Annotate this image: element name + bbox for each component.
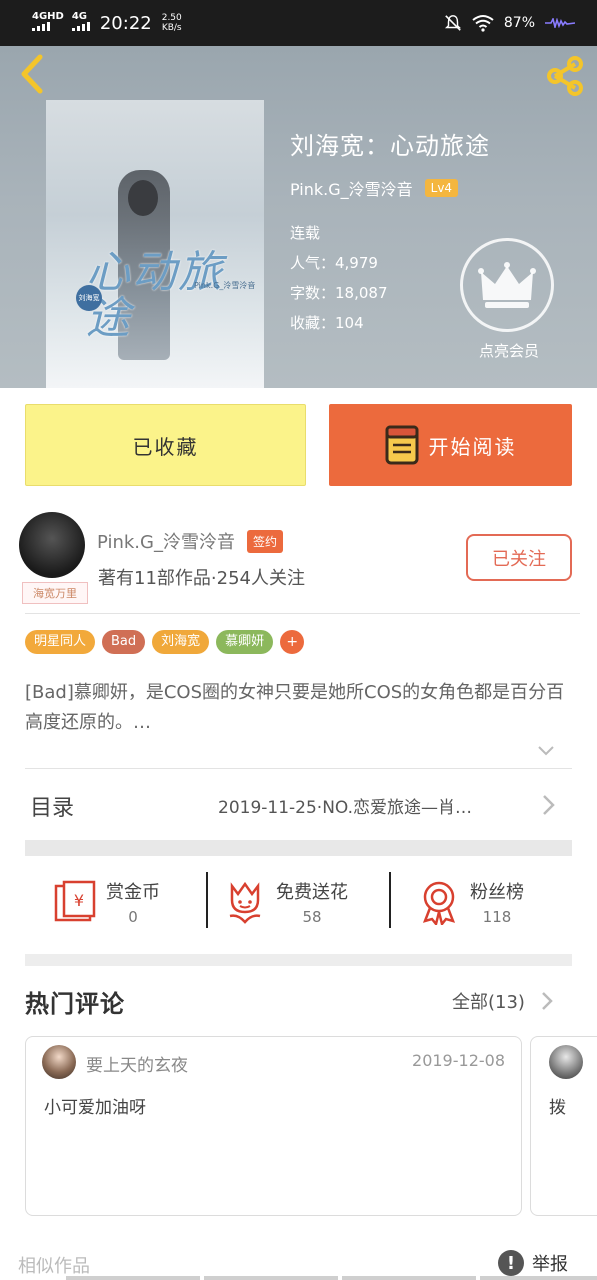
book-hero: 心动旅途 Pink.G_泠雪泠音 刘海宽 刘海宽：心动旅途 Pink.G_泠雪泠…	[0, 46, 597, 388]
commenter-avatar[interactable]	[549, 1045, 583, 1079]
book-author[interactable]: Pink.G_泠雪泠音	[290, 176, 413, 200]
vip-label[interactable]: 点亮会员	[464, 340, 554, 361]
mute-bell-icon	[444, 15, 461, 31]
comment-card[interactable]: 拨	[530, 1036, 597, 1216]
free-flower-stat[interactable]: 免费送花 58	[224, 874, 348, 930]
book-author-row: Pink.G_泠雪泠音 Lv4	[290, 176, 459, 200]
tag-list: 明星同人 Bad 刘海宽 慕卿妍 +	[25, 630, 305, 654]
back-button[interactable]	[14, 54, 50, 94]
cover-author: Pink.G_泠雪泠音	[194, 281, 256, 290]
commenter-avatar[interactable]	[42, 1045, 76, 1079]
comment-card[interactable]: 要上天的玄夜 2019-12-08 小可爱加油呀	[25, 1036, 522, 1216]
status-bar: 4GHD 4G 20:22 2.50 KB/s 87%	[0, 0, 597, 46]
toc-label[interactable]: 目录	[30, 790, 74, 822]
chevron-left-icon	[21, 54, 43, 94]
similar-works-label: 相似作品	[18, 1256, 90, 1277]
fan-ranking-value: 118	[482, 908, 512, 926]
comment-text: 小可爱加油呀	[44, 1098, 146, 1118]
tag-item[interactable]: 刘海宽	[152, 630, 210, 654]
cover-figure-head	[128, 180, 158, 216]
comment-date: 2019-12-08	[412, 1051, 505, 1070]
book-info: 连载 人气：4,979 字数：18,087 收藏：104	[290, 218, 388, 338]
reward-coins-value: 0	[128, 908, 138, 926]
start-reading-button[interactable]: 开始阅读	[329, 404, 572, 486]
fan-ranking-label: 粉丝榜	[470, 882, 524, 903]
start-reading-label: 开始阅读	[428, 434, 517, 459]
report-button[interactable]: ! 举报	[498, 1250, 568, 1276]
svg-text:¥: ¥	[74, 891, 84, 910]
status-time: 20:22	[99, 12, 152, 34]
cover-seal: 刘海宽	[76, 285, 102, 311]
author-name[interactable]: Pink.G_泠雪泠音	[97, 528, 235, 554]
follow-button[interactable]: 已关注	[466, 534, 572, 581]
book-cover[interactable]: 心动旅途 Pink.G_泠雪泠音 刘海宽	[46, 100, 264, 388]
all-comments-link[interactable]: 全部(13)	[452, 988, 525, 1014]
add-tag-button[interactable]: +	[280, 630, 305, 654]
section-separator	[25, 840, 572, 856]
collected-button[interactable]: 已收藏	[25, 404, 306, 486]
share-icon[interactable]	[543, 54, 587, 98]
level-badge: Lv4	[424, 179, 459, 197]
free-flower-label: 免费送花	[276, 882, 348, 903]
stat-divider	[206, 872, 208, 928]
book-popularity: 人气：4,979	[290, 254, 378, 272]
flower-icon	[229, 881, 261, 924]
book-title: 刘海宽：心动旅途	[290, 132, 490, 160]
hot-comments-title: 热门评论	[25, 990, 125, 1018]
reward-coins-stat[interactable]: ¥ 赏金币 0	[52, 874, 160, 930]
section-separator	[25, 954, 572, 966]
wifi-icon	[472, 15, 494, 32]
toc-latest-chapter[interactable]: 2019-11-25·NO.恋爱旅途—肖…	[218, 793, 472, 818]
author-name-row: Pink.G_泠雪泠音 签约	[97, 528, 283, 554]
battery-percent: 87%	[503, 15, 535, 31]
similar-works-strip	[66, 1276, 597, 1280]
book-status: 连载	[290, 224, 321, 242]
medal-icon	[422, 881, 456, 925]
fan-ranking-stat[interactable]: 粉丝榜 118	[418, 874, 524, 930]
reward-coins-label: 赏金币	[106, 882, 160, 903]
book-icon	[385, 425, 418, 465]
signed-badge: 签约	[246, 529, 283, 553]
vip-button[interactable]	[460, 238, 554, 332]
exclamation-icon: !	[498, 1250, 524, 1276]
chevron-right-icon[interactable]	[540, 990, 554, 1012]
signal-indicator-2: 4G	[71, 12, 90, 34]
synopsis[interactable]: [Bad]慕卿妍，是COS圈的女神只要是她所COS的女角色都是百分百高度还原的。…	[25, 678, 575, 738]
crown-icon	[478, 262, 536, 308]
chevron-down-icon[interactable]	[536, 744, 556, 758]
tag-item[interactable]: Bad	[102, 630, 146, 654]
network-speed: 2.50 KB/s	[161, 13, 182, 33]
battery-icon	[545, 18, 575, 28]
divider	[25, 613, 580, 614]
tag-item[interactable]: 明星同人	[25, 630, 96, 654]
free-flower-value: 58	[302, 908, 322, 926]
stat-divider	[389, 872, 391, 928]
chevron-right-icon[interactable]	[540, 793, 556, 817]
comment-text: 拨	[549, 1098, 566, 1118]
cover-title-art: 心动旅途	[86, 247, 224, 344]
tag-item[interactable]: 慕卿妍	[216, 630, 274, 654]
divider	[25, 768, 572, 769]
avatar-tag: 海宽万里	[22, 582, 88, 604]
book-word-count: 字数：18,087	[290, 284, 388, 302]
author-subtitle: 著有11部作品·254人关注	[98, 568, 305, 589]
commenter-name[interactable]: 要上天的玄夜	[86, 1051, 188, 1076]
book-favorites: 收藏：104	[290, 314, 364, 332]
author-avatar[interactable]	[19, 512, 85, 578]
signal-indicator-1: 4GHD	[32, 12, 64, 34]
coin-envelope-icon: ¥	[54, 880, 96, 922]
report-label: 举报	[532, 1254, 568, 1275]
